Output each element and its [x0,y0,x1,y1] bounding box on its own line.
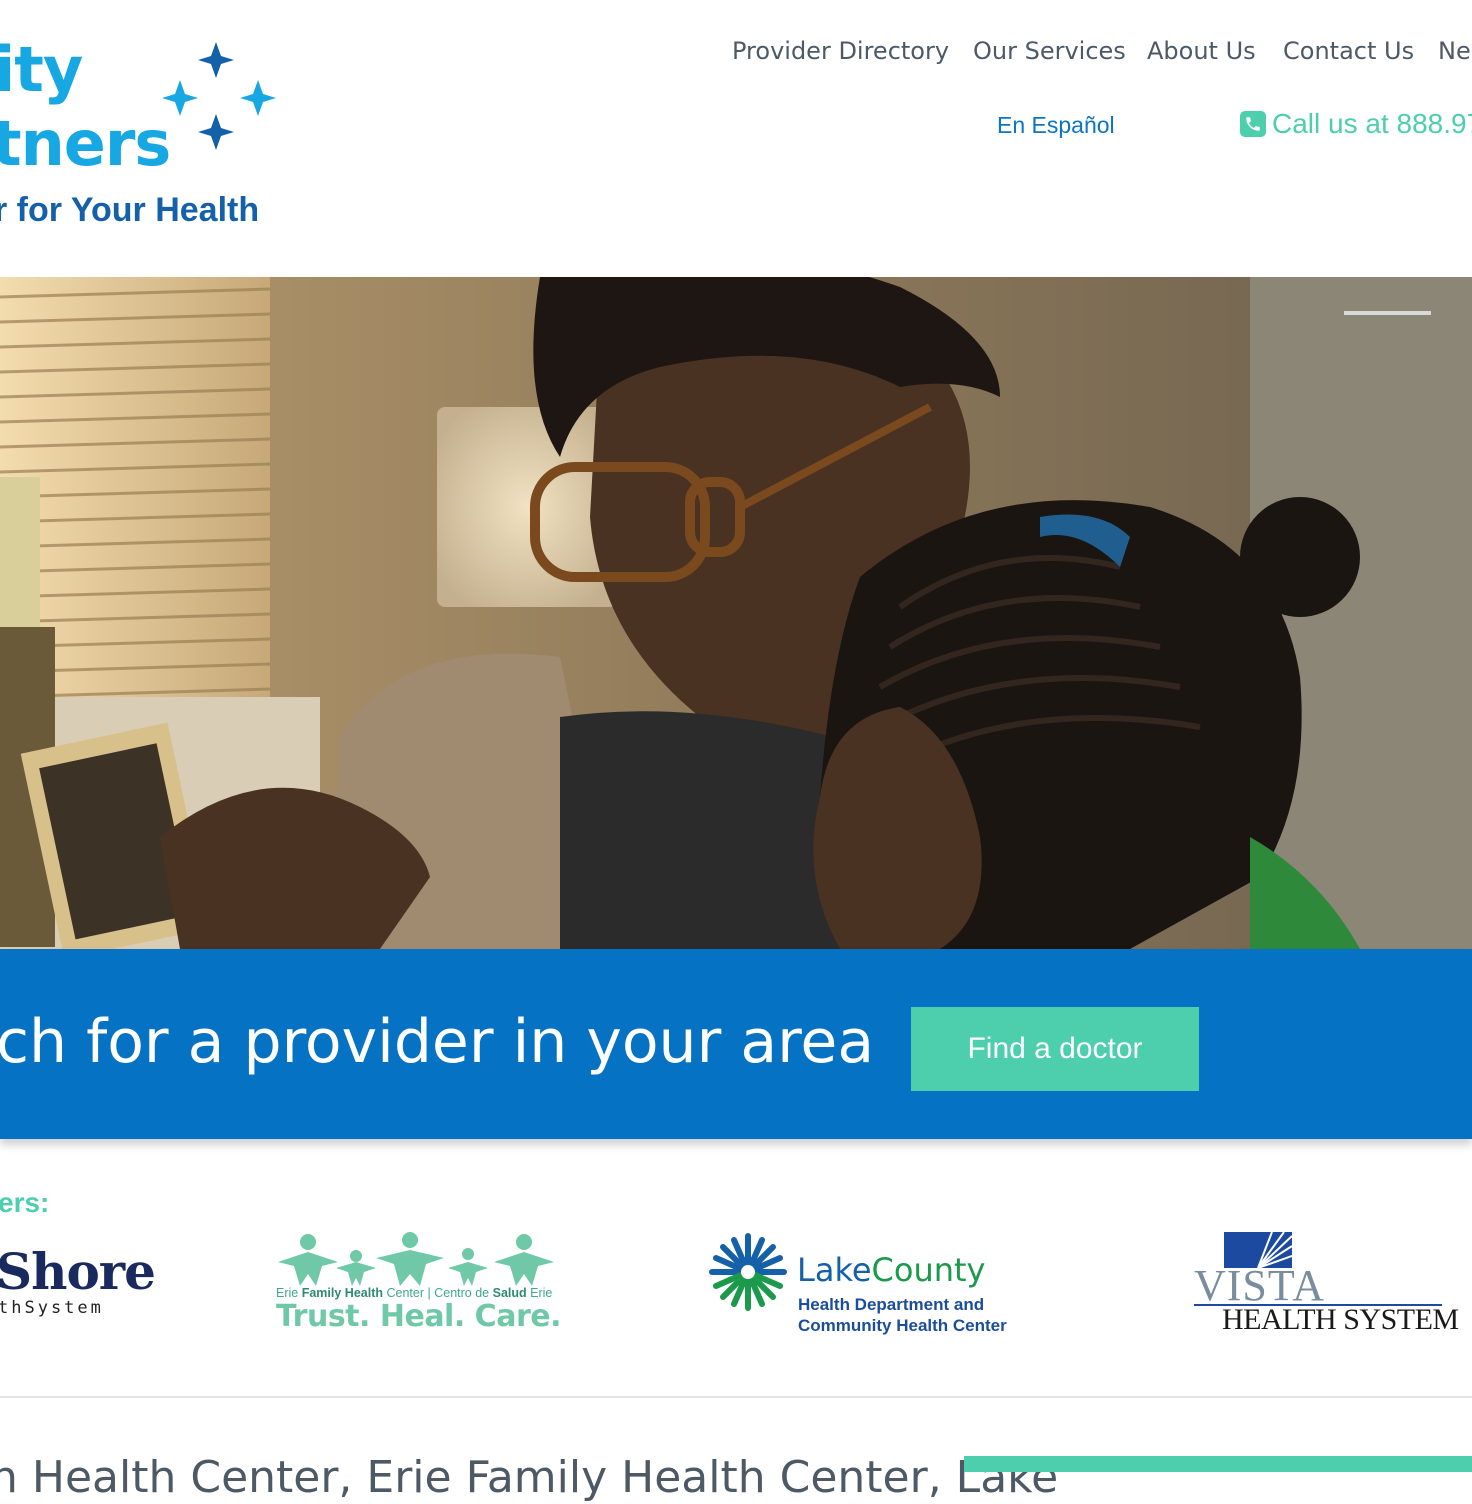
erie-text-d: Centro de [434,1286,490,1300]
section-divider [0,1396,1472,1398]
northshore-partner-logo[interactable]: Shore thSystem [0,1240,156,1320]
vista-logo-subtitle: HEALTH SYSTEM [1222,1303,1459,1336]
call-us-link[interactable]: Call us at 888.97 [1240,106,1472,142]
sunburst-logo-icon [709,1233,787,1311]
bottom-partial-text: h Health Center, Erie Family Health Cent… [0,1452,1059,1503]
lake-subtitle-1: Health Department and [798,1295,985,1314]
call-us-text: Call us at 888.97 [1272,108,1472,139]
nav-contact-us[interactable]: Contact Us [1283,34,1414,68]
northshore-logo-name: Shore [0,1242,156,1301]
search-heading: ch for a provider in your area [0,1007,875,1077]
vista-partner-logo[interactable]: VISTA HEALTH SYSTEM [1194,1228,1459,1338]
hero-photo-illustration [0,277,1472,949]
spanish-language-link[interactable]: En Español [997,110,1115,140]
logo-text-line2[interactable]: tners [0,108,171,180]
nav-news[interactable]: Ne [1438,34,1471,68]
erie-text-c: Center [386,1286,425,1300]
logo-text-line1[interactable]: ity [0,34,83,106]
erie-partner-logo[interactable]: Erie Family Health Center | Centro de Sa… [272,1232,562,1336]
phone-icon [1240,111,1266,137]
erie-figures-icon [278,1232,554,1286]
logo-tagline: r for Your Health [0,191,260,229]
star-sparkle-icon [162,42,276,150]
lake-name-part2: County [871,1251,986,1289]
nav-about-us[interactable]: About Us [1147,34,1256,68]
nav-our-services[interactable]: Our Services [973,34,1126,68]
bottom-teal-panel [964,1456,1472,1472]
erie-text-a: Erie [276,1286,299,1300]
hero-image [0,277,1472,949]
nav-provider-directory[interactable]: Provider Directory [732,34,949,68]
erie-text-e: Salud [492,1286,527,1300]
lake-name-part1: Lake [797,1251,872,1289]
lake-county-partner-logo[interactable]: LakeCounty Health Department and Communi… [708,1232,1028,1342]
partners-heading: ers: [0,1187,50,1218]
erie-text-f: Erie [530,1286,553,1300]
erie-text-b: Family Health [301,1286,383,1300]
find-a-doctor-button[interactable]: Find a doctor [911,1007,1199,1091]
slide-indicator[interactable] [1344,311,1431,315]
erie-motto: Trust. Heal. Care. [276,1299,561,1334]
northshore-logo-subtitle: thSystem [0,1298,104,1318]
lake-subtitle-2: Community Health Center [798,1316,1007,1335]
